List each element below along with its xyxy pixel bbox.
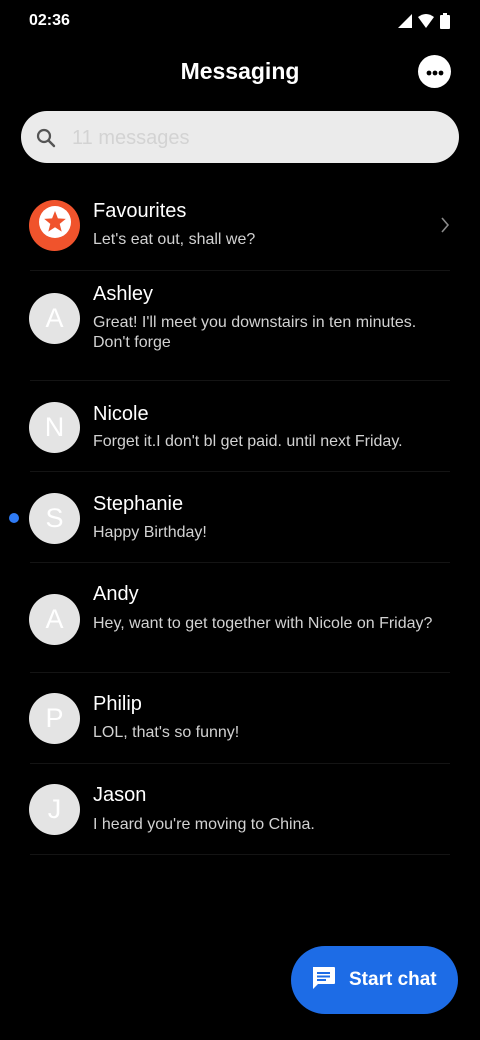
signal-icon bbox=[398, 14, 412, 28]
conversation-name: Andy bbox=[93, 583, 139, 605]
avatar bbox=[29, 200, 80, 251]
messaging-screen: 02:36 Messaging 11 messages Favourites L… bbox=[0, 0, 480, 1040]
page-title: Messaging bbox=[180, 58, 300, 84]
conversation-preview: LOL, that's so funny! bbox=[93, 724, 240, 741]
list-item-nicole[interactable]: N Nicole Forget it.I don't bl get paid. … bbox=[0, 381, 480, 472]
list-item-philip[interactable]: P Philip LOL, that's so funny! bbox=[0, 673, 480, 764]
conversation-name: Favourites bbox=[93, 200, 187, 222]
conversation-preview: Great! I'll meet you downstairs in ten m… bbox=[93, 314, 417, 351]
avatar: J bbox=[29, 784, 80, 835]
conversation-preview: Happy Birthday! bbox=[93, 524, 207, 541]
avatar: A bbox=[29, 594, 80, 645]
avatar: P bbox=[29, 693, 80, 744]
list-item-favourites[interactable]: Favourites Let's eat out, shall we? bbox=[0, 180, 480, 271]
avatar: S bbox=[29, 493, 80, 544]
chevron-right-icon bbox=[440, 217, 450, 238]
chat-bubble-icon bbox=[310, 964, 337, 996]
list-item-andy[interactable]: A Andy Hey, want to get together with Ni… bbox=[0, 563, 480, 673]
conversation-preview: Let's eat out, shall we? bbox=[93, 231, 256, 248]
star-icon bbox=[35, 202, 75, 249]
search-icon bbox=[36, 128, 56, 153]
more-horizontal-icon bbox=[426, 63, 444, 81]
search-input[interactable] bbox=[72, 124, 432, 152]
conversation-preview: I heard you're moving to China. bbox=[93, 816, 315, 833]
status-bar: 02:36 bbox=[0, 0, 480, 44]
wifi-icon bbox=[418, 14, 434, 28]
list-item-ashley[interactable]: A Ashley Great! I'll meet you downstairs… bbox=[0, 271, 480, 381]
conversation-name: Stephanie bbox=[93, 493, 184, 515]
avatar: A bbox=[29, 293, 80, 344]
start-chat-button[interactable]: Start chat bbox=[291, 946, 458, 1014]
conversation-name: Ashley bbox=[93, 283, 154, 305]
avatar: N bbox=[29, 402, 80, 453]
conversation-preview: Forget it.I don't bl get paid. until nex… bbox=[93, 433, 403, 450]
status-icons bbox=[398, 13, 450, 29]
more-options-button[interactable] bbox=[418, 55, 451, 88]
conversation-name: Nicole bbox=[93, 403, 149, 425]
list-item-jason[interactable]: J Jason I heard you're moving to China. bbox=[0, 764, 480, 855]
unread-indicator bbox=[9, 513, 19, 523]
battery-icon bbox=[440, 13, 450, 29]
divider bbox=[30, 854, 450, 855]
status-time: 02:36 bbox=[29, 12, 70, 29]
conversation-preview: Hey, want to get together with Nicole on… bbox=[93, 615, 433, 632]
start-chat-label: Start chat bbox=[349, 969, 437, 990]
conversation-name: Philip bbox=[93, 693, 142, 715]
conversation-list: Favourites Let's eat out, shall we? A As… bbox=[0, 180, 480, 855]
conversation-name: Jason bbox=[93, 784, 147, 806]
list-item-stephanie[interactable]: S Stephanie Happy Birthday! bbox=[0, 472, 480, 563]
